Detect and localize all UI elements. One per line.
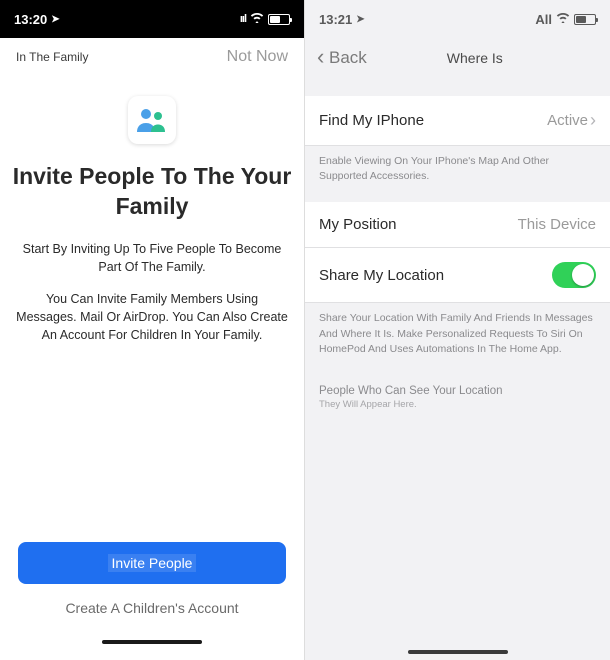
- family-icon: [128, 96, 176, 144]
- row-value: This Device: [518, 216, 596, 233]
- invite-people-button[interactable]: Invite People: [18, 542, 286, 584]
- row-label: Share My Location: [319, 267, 444, 284]
- status-bar: 13:20 ➤ ııl: [0, 0, 304, 38]
- family-icon-wrap: [0, 96, 304, 144]
- description-2: You Can Invite Family Members Using Mess…: [0, 290, 304, 344]
- share-location-row: Share My Location: [305, 248, 610, 303]
- battery-icon: [574, 14, 596, 25]
- status-time: 13:21: [319, 12, 352, 27]
- battery-icon: [268, 14, 290, 25]
- people-section-header: People Who Can See Your Location: [305, 375, 610, 399]
- nav-bar: Back Where Is: [305, 38, 610, 78]
- location-icon: ➤: [51, 14, 59, 25]
- find-my-iphone-row[interactable]: Find My IPhone Active ›: [305, 96, 610, 146]
- home-indicator[interactable]: [102, 640, 202, 644]
- wifi-icon: [556, 12, 570, 26]
- wifi-icon: [250, 12, 264, 26]
- chevron-right-icon: ›: [590, 110, 596, 131]
- status-time: 13:20: [14, 12, 47, 27]
- description-1: Start By Inviting Up To Five People To B…: [0, 240, 304, 276]
- page-title: Invite People To The Your Family: [0, 162, 304, 222]
- row-label: Find My IPhone: [319, 112, 424, 129]
- home-indicator[interactable]: [408, 650, 508, 654]
- sheet-header: In The Family Not Now: [0, 38, 304, 72]
- status-carrier: All: [535, 12, 552, 27]
- find-my-footer: Enable Viewing On Your IPhone's Map And …: [305, 146, 610, 202]
- find-my-settings-screen: 13:21 ➤ All Back Where Is Find My IPhone…: [305, 0, 610, 660]
- status-bar: 13:21 ➤ All: [305, 0, 610, 38]
- location-icon: ➤: [356, 14, 364, 25]
- share-location-footer: Share Your Location With Family And Frie…: [305, 303, 610, 375]
- my-position-row[interactable]: My Position This Device: [305, 202, 610, 248]
- row-value: Active: [547, 112, 588, 129]
- back-button[interactable]: Back: [319, 48, 367, 68]
- family-setup-screen: 13:20 ➤ ııl In The Family Not Now Invite…: [0, 0, 305, 660]
- people-section-sub: They Will Appear Here.: [305, 399, 610, 420]
- signal-icon: ııl: [240, 13, 246, 25]
- sheet-subtitle: In The Family: [16, 50, 88, 64]
- not-now-button[interactable]: Not Now: [227, 48, 288, 66]
- nav-title: Where Is: [447, 50, 503, 66]
- share-location-toggle[interactable]: [552, 262, 596, 288]
- create-children-account-link[interactable]: Create A Children's Account: [18, 600, 286, 616]
- row-label: My Position: [319, 216, 397, 233]
